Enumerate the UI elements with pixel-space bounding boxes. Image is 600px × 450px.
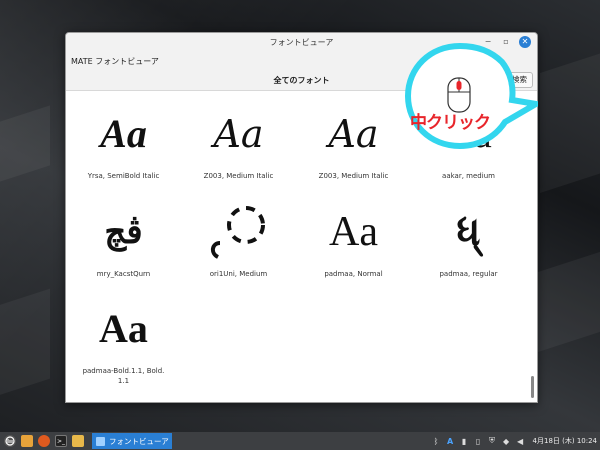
shield-icon[interactable]: ⛨ [488,436,497,446]
font-name: padmaa, regular [439,270,498,278]
file-manager-icon[interactable] [21,435,33,447]
font-name: padmaa, Normal [324,270,383,278]
mate-menu-icon[interactable] [4,435,16,447]
taskbar-task-font-viewer[interactable]: フォントビューア [92,433,172,449]
font-tile[interactable]: Aa Yrsa, SemiBold Italic [66,96,181,181]
window-title: フォントビューア [269,38,334,47]
bluetooth-icon[interactable]: ᛒ [432,437,441,446]
middle-click-callout [404,42,538,150]
font-name: mry_KacstQurn [96,270,151,278]
firefox-icon[interactable] [38,435,50,447]
font-name: ori1Uni, Medium [209,270,268,278]
font-sample: Aa [328,111,379,156]
font-viewer-icon [96,436,105,446]
taskbar: >_ フォントビューア ᛒ A ▮ ▯ ⛨ ◆ ◀ 4月18日 (木) 10:2… [0,432,600,450]
clipboard-icon[interactable]: ▮ [460,437,469,446]
font-sample [181,194,296,269]
clock[interactable]: 4月18日 (木) 10:24 [533,436,597,446]
network-icon[interactable]: ◆ [502,437,511,446]
folder-icon[interactable] [72,435,84,447]
volume-icon[interactable]: ◀ [516,437,525,446]
font-tile[interactable]: Aa Z003, Medium Italic [296,96,411,181]
font-tile[interactable]: ڤچ mry_KacstQurn [66,194,181,279]
font-tile[interactable]: ori1Uni, Medium [181,194,296,279]
mouse-icon [447,77,471,113]
font-tile[interactable]: Aa Z003, Medium Italic [181,96,296,181]
scrollbar[interactable] [531,376,534,398]
system-tray: ᛒ A ▮ ▯ ⛨ ◆ ◀ 4月18日 (木) 10:24 [432,432,597,450]
font-sample: Aa [213,111,264,156]
font-name: Z003, Medium Italic [203,172,274,180]
font-tile[interactable]: Aa padmaa, Normal [296,194,411,279]
page-title: 全てのフォント [273,75,330,85]
battery-icon[interactable]: ▯ [474,437,483,446]
font-sample: Aa [329,208,378,255]
font-sample: ڤچ [104,211,143,252]
terminal-icon[interactable]: >_ [55,435,67,447]
font-sample: Aa [99,306,148,351]
font-tile[interactable]: Aa padmaa-Bold.1.1, Bold. 1.1 [66,291,181,386]
oriya-glyph-icon [210,205,265,259]
font-name: Yrsa, SemiBold Italic [87,172,160,180]
font-name: padmaa-Bold.1.1, Bold. 1.1 [82,367,165,385]
font-tile[interactable]: ધ્ padmaa, regular [411,194,526,279]
font-sample: Aa [100,111,147,156]
callout-label: 中クリック [410,113,491,133]
accessibility-icon[interactable]: A [446,437,455,446]
font-name: Z003, Medium Italic [318,172,389,180]
font-name: aakar, medium [442,172,495,180]
app-menu[interactable]: MATE フォントビューア [71,56,159,67]
task-label: フォントビューア [109,436,169,446]
font-sample: ધ્ [456,208,481,255]
